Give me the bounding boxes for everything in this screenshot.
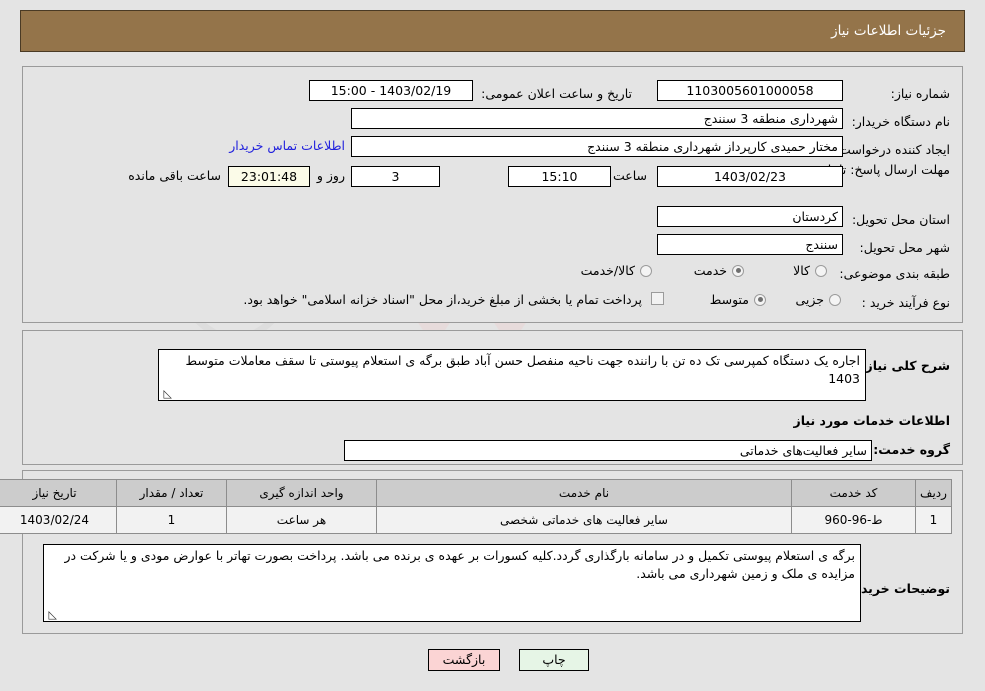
buyer-org-field[interactable]: شهرداری منطقه 3 سنندج: [351, 108, 843, 129]
th-code: کد خدمت: [791, 479, 916, 507]
td-code: ط-96-960: [791, 506, 916, 534]
creator-label: ایجاد کننده درخواست:: [834, 141, 950, 157]
process-option-jozyi[interactable]: جزیی: [795, 292, 841, 307]
td-name: سایر فعالیت های خدماتی شخصی: [376, 506, 792, 534]
category-option-label-1: خدمت: [693, 263, 727, 278]
td-date: 1403/02/24: [0, 506, 117, 534]
hour-field[interactable]: 15:10: [508, 166, 611, 187]
description-label: شرح کلی نیاز:: [860, 358, 950, 373]
page-root: جزئیات اطلاعات نیاز AriaTender.net شماره…: [0, 0, 985, 691]
th-qty: تعداد / مقدار: [116, 479, 227, 507]
treasury-checkbox[interactable]: [651, 292, 664, 305]
page-header: جزئیات اطلاعات نیاز: [20, 10, 965, 52]
row-creator: ایجاد کننده درخواست:: [835, 137, 950, 161]
services-section-title: اطلاعات خدمات مورد نیاز: [793, 413, 951, 428]
remarks-textarea[interactable]: برگه ی استعلام پیوستی تکمیل و در سامانه …: [43, 544, 861, 622]
service-group-label: گروه خدمت:: [873, 442, 950, 457]
need-number-field[interactable]: 1103005601000058: [657, 80, 843, 101]
process-label: نوع فرآیند خرید :: [861, 294, 950, 310]
row-buyer-org: نام دستگاه خریدار:: [852, 109, 950, 133]
days-label: روز و: [316, 168, 345, 183]
need-number-label: شماره نیاز:: [890, 85, 950, 101]
category-option-label-2: کالا/خدمت: [580, 263, 635, 278]
radio-jozyi-icon[interactable]: [829, 293, 841, 306]
deadline-date-field[interactable]: 1403/02/23: [657, 166, 843, 187]
days-field[interactable]: 3: [351, 166, 440, 187]
page-title: جزئیات اطلاعات نیاز: [831, 23, 946, 39]
td-qty: 1: [116, 506, 227, 534]
category-option-kala-khedmat[interactable]: کالا/خدمت: [581, 263, 652, 278]
buyer-org-label: نام دستگاه خریدار:: [851, 113, 950, 129]
table-header-row: ردیف کد خدمت نام خدمت واحد اندازه گیری ت…: [0, 479, 952, 507]
category-option-label-0: کالا: [793, 263, 810, 278]
service-group-field[interactable]: سایر فعالیت‌های خدماتی: [344, 440, 872, 461]
remarks-resize-grip-icon[interactable]: ◺: [47, 609, 57, 620]
th-row: ردیف: [915, 479, 952, 507]
announce-date-label: تاریخ و ساعت اعلان عمومی:: [481, 85, 632, 101]
category-option-khedmat[interactable]: خدمت: [694, 263, 744, 278]
buyer-contact-link[interactable]: اطلاعات تماس خریدار: [229, 138, 345, 153]
announce-date-field[interactable]: 15:00 - 1403/02/19: [309, 80, 473, 101]
radio-kala-icon[interactable]: [815, 264, 827, 277]
need-description-panel: شرح کلی نیاز: اجاره یک دستگاه کمپرسی تک …: [22, 330, 963, 465]
remarks-text: برگه ی استعلام پیوستی تکمیل و در سامانه …: [64, 548, 855, 581]
row-province: استان محل تحویل:: [852, 207, 950, 231]
treasury-text: پرداخت تمام یا بخشی از مبلغ خرید،از محل …: [243, 292, 642, 307]
row-announce-label: تاریخ و ساعت اعلان عمومی:: [481, 81, 632, 105]
row-city: شهر محل تحویل:: [860, 235, 950, 259]
description-textarea[interactable]: اجاره یک دستگاه کمپرسی تک ده تن با رانند…: [158, 349, 866, 401]
city-field[interactable]: سنندج: [657, 234, 843, 255]
radio-kala-khedmat-icon[interactable]: [640, 264, 652, 277]
services-table: ردیف کد خدمت نام خدمت واحد اندازه گیری ت…: [0, 479, 952, 534]
city-label: شهر محل تحویل:: [859, 239, 950, 255]
category-label: طبقه بندی موضوعی:: [839, 265, 950, 281]
countdown-label: ساعت باقی مانده: [128, 168, 221, 183]
need-info-panel: شماره نیاز: 1103005601000058 تاریخ و ساع…: [22, 66, 963, 323]
th-unit: واحد اندازه گیری: [226, 479, 377, 507]
row-category: طبقه بندی موضوعی:: [839, 261, 950, 285]
td-row: 1: [915, 506, 952, 534]
row-process: نوع فرآیند خرید :: [862, 290, 950, 314]
process-option-label-0: جزیی: [795, 292, 824, 307]
category-option-kala[interactable]: کالا: [793, 263, 827, 278]
td-unit: هر ساعت: [226, 506, 377, 534]
creator-field[interactable]: مختار حمیدی کارپرداز شهرداری منطقه 3 سنن…: [351, 136, 843, 157]
province-field[interactable]: کردستان: [657, 206, 843, 227]
resize-grip-icon[interactable]: ◺: [162, 388, 172, 399]
process-option-motavaset[interactable]: متوسط: [710, 292, 766, 307]
services-table-panel: ردیف کد خدمت نام خدمت واحد اندازه گیری ت…: [0, 470, 963, 634]
back-button[interactable]: بازگشت: [428, 649, 500, 671]
countdown-field: 23:01:48: [228, 166, 310, 187]
th-name: نام خدمت: [376, 479, 792, 507]
description-text: اجاره یک دستگاه کمپرسی تک ده تن با رانند…: [185, 353, 860, 386]
process-option-label-1: متوسط: [709, 292, 749, 307]
hour-label: ساعت: [612, 168, 647, 183]
row-need-number: شماره نیاز:: [891, 81, 950, 105]
th-date: تاریخ نیاز: [0, 479, 117, 507]
deadline-label: مهلت ارسال پاسخ: تا تاریخ:: [805, 162, 950, 177]
province-label: استان محل تحویل:: [851, 211, 950, 227]
radio-motavaset-icon[interactable]: [754, 293, 766, 306]
radio-khedmat-icon[interactable]: [732, 264, 744, 277]
print-button[interactable]: چاپ: [519, 649, 589, 671]
table-row: 1 ط-96-960 سایر فعالیت های خدماتی شخصی ه…: [0, 506, 952, 534]
